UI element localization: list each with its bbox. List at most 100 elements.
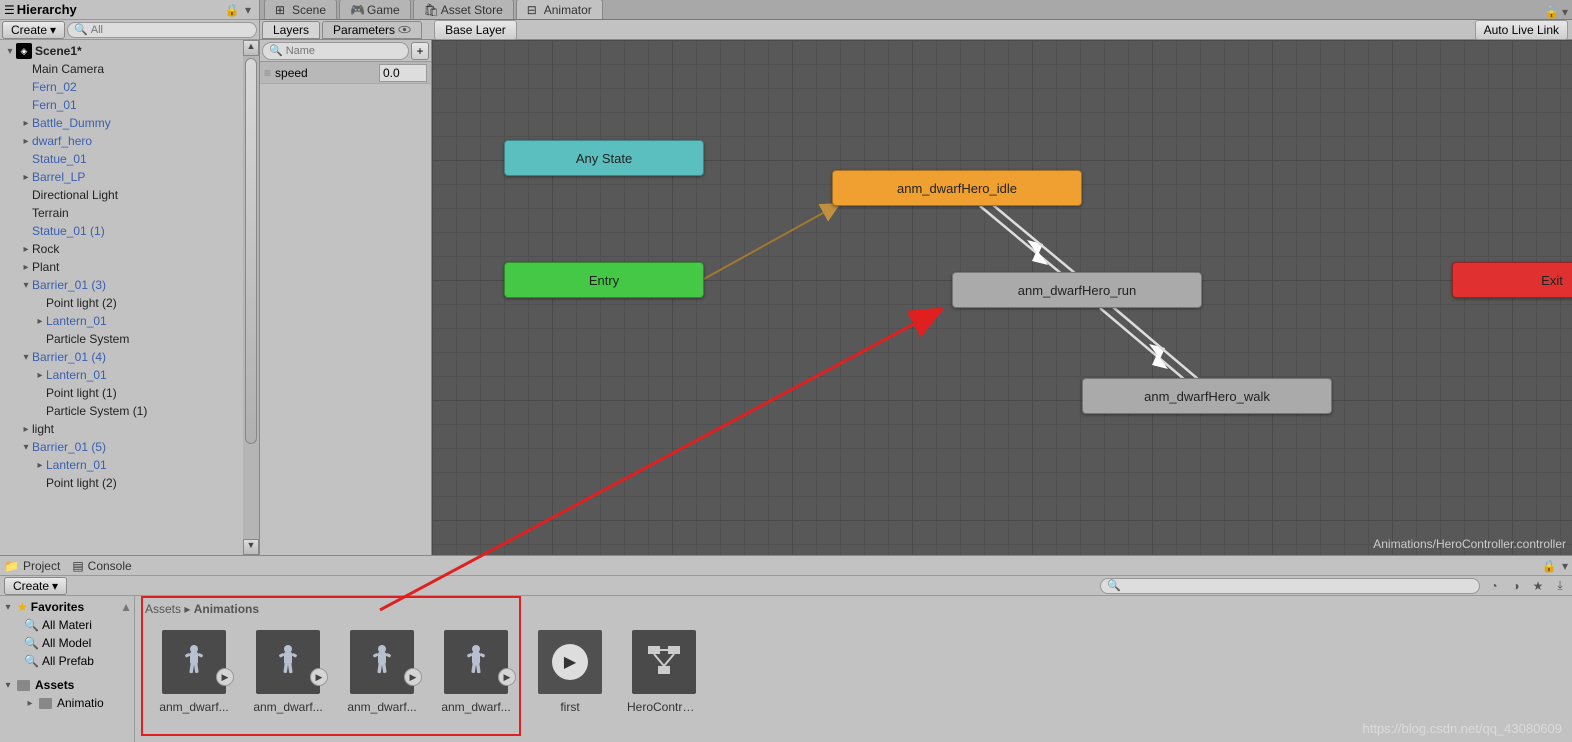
tree-row[interactable]: Fern_01 — [0, 96, 243, 114]
add-param-button[interactable]: + — [411, 42, 429, 60]
asset-item[interactable]: ▶anm_dwarf... — [441, 630, 511, 714]
tree-row[interactable]: ▸Lantern_01 — [0, 312, 243, 330]
node-idle[interactable]: anm_dwarfHero_idle — [832, 170, 1082, 206]
favorite-item[interactable]: 🔍All Prefab — [2, 652, 132, 670]
param-value-input[interactable] — [379, 64, 427, 82]
context-menu-icon[interactable]: ▾ — [1562, 5, 1568, 19]
tree-row[interactable]: ▸Lantern_01 — [0, 456, 243, 474]
tree-row[interactable]: Particle System — [0, 330, 243, 348]
favorite-item[interactable]: 🔍All Model — [2, 634, 132, 652]
tree-row[interactable]: ▸Lantern_01 — [0, 366, 243, 384]
tree-row[interactable]: Point light (2) — [0, 474, 243, 492]
fold-icon[interactable]: ▾ — [20, 280, 32, 291]
tree-row[interactable]: Terrain — [0, 204, 243, 222]
tree-row[interactable]: ▾Barrier_01 (4) — [0, 348, 243, 366]
scroll-thumb[interactable] — [245, 58, 257, 444]
asset-item[interactable]: HeroControl... — [629, 630, 699, 714]
project-create-button[interactable]: Create▾ — [4, 577, 67, 595]
tree-row[interactable]: ▸light — [0, 420, 243, 438]
fold-icon[interactable]: ▾ — [20, 442, 32, 453]
param-row-speed[interactable]: ≡ speed — [260, 62, 431, 84]
hierarchy-tree[interactable]: ▾ ◈ Scene1* Main CameraFern_02Fern_01▸Ba… — [0, 40, 243, 555]
fold-icon[interactable]: ▸ — [20, 172, 32, 183]
create-button[interactable]: Create▾ — [2, 21, 65, 39]
tree-row[interactable]: Statue_01 (1) — [0, 222, 243, 240]
type-filter-icon[interactable]: ◑ — [1508, 578, 1524, 594]
filter-icon[interactable]: ◔ — [1486, 578, 1502, 594]
play-icon[interactable]: ▶ — [216, 668, 234, 686]
param-search-input[interactable] — [286, 45, 402, 57]
tab-asset-store[interactable]: 🛍Asset Store — [413, 0, 514, 19]
tree-row[interactable]: ▸Rock — [0, 240, 243, 258]
tab-parameters[interactable]: Parameters — [322, 21, 422, 39]
fold-icon[interactable]: ▸ — [20, 244, 32, 255]
node-walk[interactable]: anm_dwarfHero_walk — [1082, 378, 1332, 414]
tree-row[interactable]: ▸Barrel_LP — [0, 168, 243, 186]
fold-icon[interactable]: ▸ — [20, 118, 32, 129]
tree-row[interactable]: Directional Light — [0, 186, 243, 204]
drag-icon[interactable]: ≡ — [264, 66, 271, 80]
tab-layers[interactable]: Layers — [262, 21, 320, 39]
lock-icon[interactable]: 🔒 — [225, 3, 239, 17]
tree-row[interactable]: ▸Plant — [0, 258, 243, 276]
breadcrumb-layer[interactable]: Base Layer — [434, 20, 517, 40]
fold-icon[interactable]: ▸ — [20, 424, 32, 435]
tab-console[interactable]: ▤Console — [72, 559, 131, 573]
lock-icon[interactable]: 🔒 — [1544, 5, 1559, 19]
project-folders[interactable]: ▾★Favorites▲ 🔍All Materi🔍All Model🔍All P… — [0, 596, 135, 742]
scroll-up-icon[interactable]: ▲ — [243, 40, 259, 56]
scene-row[interactable]: ▾ ◈ Scene1* — [0, 42, 243, 60]
tree-row[interactable]: Point light (1) — [0, 384, 243, 402]
play-icon[interactable]: ▶ — [310, 668, 328, 686]
fold-icon[interactable]: ▸ — [20, 136, 32, 147]
tree-row[interactable]: Point light (2) — [0, 294, 243, 312]
animator-breadcrumb[interactable]: Base Layer — [434, 20, 517, 40]
param-search[interactable]: 🔍 — [262, 42, 409, 60]
tree-row[interactable]: ▾Barrier_01 (5) — [0, 438, 243, 456]
project-content[interactable]: Assets ▸ Animations ▶anm_dwarf...▶anm_dw… — [135, 596, 1572, 742]
tab-animator[interactable]: ⊟Animator — [516, 0, 603, 19]
scroll-down-icon[interactable]: ▼ — [243, 539, 259, 555]
asset-item[interactable]: ▶anm_dwarf... — [253, 630, 323, 714]
asset-item[interactable]: ▶first — [535, 630, 605, 714]
tree-row[interactable]: Main Camera — [0, 60, 243, 78]
tree-row[interactable]: Particle System (1) — [0, 402, 243, 420]
assets-header[interactable]: ▾Assets — [2, 676, 132, 694]
tree-row[interactable]: Fern_02 — [0, 78, 243, 96]
node-exit[interactable]: Exit — [1452, 262, 1572, 298]
fold-icon[interactable]: ▸ — [34, 370, 46, 381]
folder-item[interactable]: ▸Animatio — [2, 694, 132, 712]
tab-project[interactable]: 📁Project — [4, 559, 60, 573]
favorites-header[interactable]: ▾★Favorites▲ — [2, 598, 132, 616]
lock-icon[interactable]: 🔒 — [1542, 559, 1556, 573]
project-search[interactable]: 🔍 — [1100, 578, 1480, 594]
play-icon[interactable]: ▶ — [404, 668, 422, 686]
context-menu-icon[interactable]: ▾ — [241, 3, 255, 17]
tab-game[interactable]: 🎮Game — [339, 0, 411, 19]
hierarchy-title-bar[interactable]: ☰ Hierarchy 🔒 ▾ — [0, 0, 259, 20]
tree-row[interactable]: Statue_01 — [0, 150, 243, 168]
hierarchy-scrollbar[interactable]: ▲ ▼ — [243, 40, 259, 555]
tree-row[interactable]: ▸Battle_Dummy — [0, 114, 243, 132]
node-any-state[interactable]: Any State — [504, 140, 704, 176]
fold-icon[interactable]: ▸ — [34, 316, 46, 327]
hierarchy-search[interactable]: 🔍 — [67, 22, 257, 38]
fold-icon[interactable]: ▸ — [20, 262, 32, 273]
asset-item[interactable]: ▶anm_dwarf... — [159, 630, 229, 714]
tab-scene[interactable]: ⊞Scene — [264, 0, 337, 19]
animator-graph[interactable]: Any State Entry anm_dwarfHero_idle anm_d… — [432, 40, 1572, 555]
asset-item[interactable]: ▶anm_dwarf... — [347, 630, 417, 714]
node-run[interactable]: anm_dwarfHero_run — [952, 272, 1202, 308]
context-menu-icon[interactable]: ▾ — [1558, 559, 1572, 573]
save-search-icon[interactable]: ⤓ — [1552, 578, 1568, 594]
tree-row[interactable]: ▸dwarf_hero — [0, 132, 243, 150]
favorite-filter-icon[interactable]: ★ — [1530, 578, 1546, 594]
auto-live-link-button[interactable]: Auto Live Link — [1475, 20, 1568, 40]
fold-icon[interactable]: ▾ — [20, 352, 32, 363]
tree-row[interactable]: ▾Barrier_01 (3) — [0, 276, 243, 294]
node-entry[interactable]: Entry — [504, 262, 704, 298]
hierarchy-search-input[interactable] — [91, 24, 250, 36]
fold-icon[interactable]: ▸ — [34, 460, 46, 471]
chevron-down-icon[interactable]: ▾ — [4, 46, 16, 57]
play-icon[interactable]: ▶ — [498, 668, 516, 686]
